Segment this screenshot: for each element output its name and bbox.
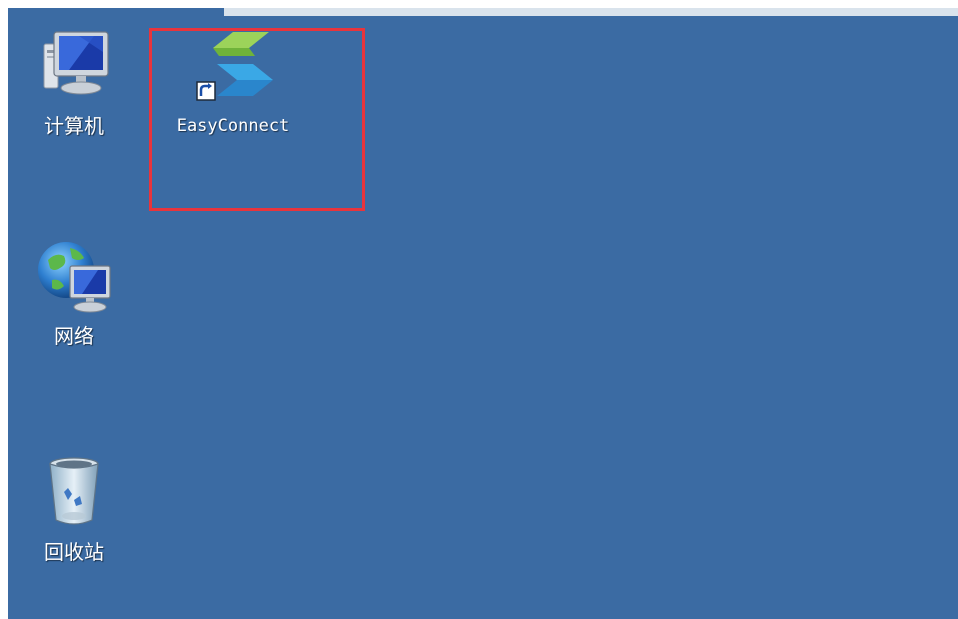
desktop-icon-recycle-bin[interactable]: 回收站 [22, 452, 126, 564]
top-window-edge [224, 8, 958, 16]
desktop-icon-easyconnect[interactable]: EasyConnect [158, 26, 308, 138]
screenshot-frame: 计算机 EasyConnect 网络 回收站 [0, 0, 958, 619]
easyconnect-shortcut-icon [193, 26, 273, 106]
network-icon [34, 236, 114, 316]
desktop-icon-computer[interactable]: 计算机 [22, 26, 126, 138]
recycle-bin-label: 回收站 [44, 540, 104, 564]
network-label: 网络 [54, 324, 94, 348]
easyconnect-label: EasyConnect [176, 116, 290, 136]
computer-icon [34, 26, 114, 106]
desktop[interactable]: 计算机 EasyConnect 网络 回收站 [8, 8, 958, 619]
recycle-bin-icon [34, 452, 114, 532]
computer-label: 计算机 [44, 114, 104, 138]
desktop-icon-network[interactable]: 网络 [22, 236, 126, 348]
